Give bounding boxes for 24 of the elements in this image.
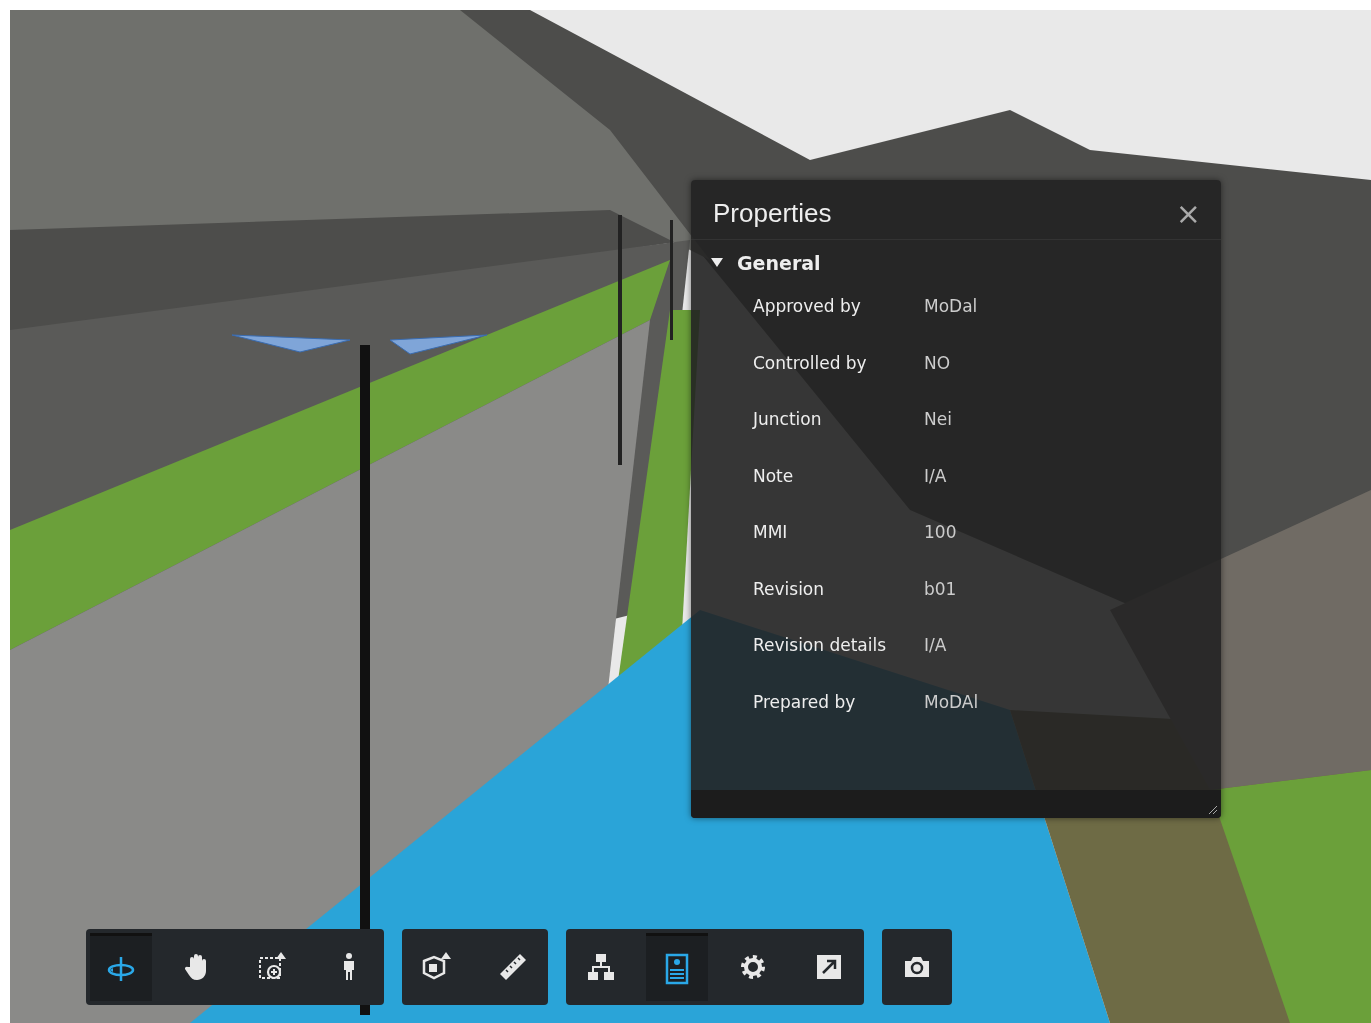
close-button[interactable]: × <box>1175 198 1201 229</box>
resize-grip-icon <box>1208 805 1218 815</box>
property-value: 100 <box>924 522 957 542</box>
property-name: Approved by <box>753 296 862 316</box>
section-header[interactable]: General <box>691 240 1221 286</box>
property-value: MoDal <box>924 296 978 316</box>
panel-title: Properties <box>713 198 832 229</box>
property-value: MoDAl <box>924 691 979 712</box>
expand-triangle-icon <box>711 258 723 268</box>
property-name: Prepared by <box>753 691 857 712</box>
property-value: NO <box>924 352 951 373</box>
hierarchy-icon <box>585 951 617 983</box>
properties-button[interactable] <box>646 933 708 1001</box>
property-name: Controlled by <box>753 352 868 373</box>
property-value: I/A <box>924 635 947 655</box>
property-value: I/A <box>924 465 947 486</box>
property-name: Note <box>753 465 795 486</box>
property-name: MMI <box>753 522 789 542</box>
property-value: b01 <box>924 578 957 599</box>
property-name: Revision <box>753 578 826 599</box>
property-name: Junction <box>753 409 823 429</box>
property-value: Nei <box>924 409 952 429</box>
property-name: Revision details <box>753 635 888 655</box>
orbit-button[interactable] <box>90 933 152 1001</box>
